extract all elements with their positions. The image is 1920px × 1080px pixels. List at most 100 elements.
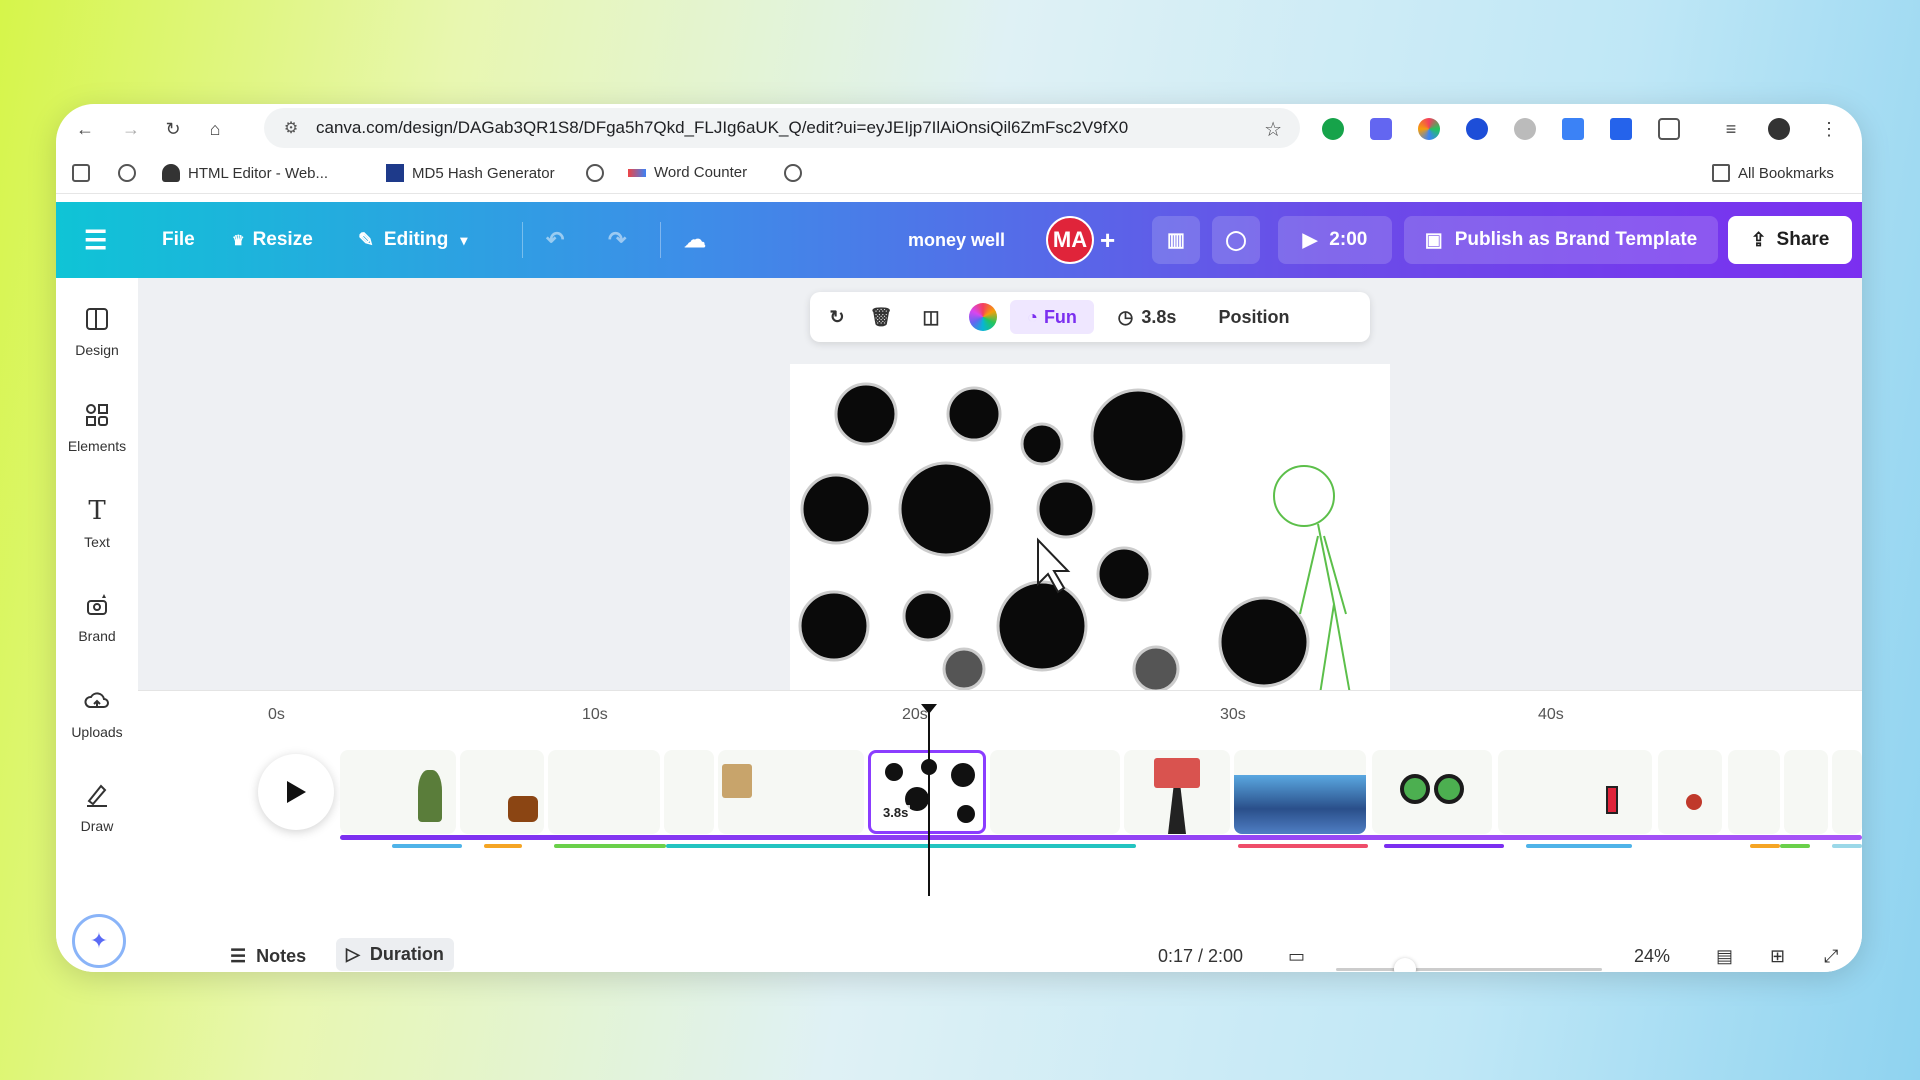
reload-icon[interactable]: ↻ — [160, 116, 186, 142]
back-icon[interactable]: ← — [72, 116, 98, 142]
play-icon — [287, 781, 306, 803]
file-menu[interactable]: File — [162, 202, 195, 278]
globe-icon[interactable] — [118, 164, 144, 182]
monitor-icon[interactable]: ▭ — [1288, 946, 1305, 967]
ruler-label: 0s — [268, 706, 285, 723]
more-menu-icon[interactable]: ⋮ — [1816, 116, 1842, 142]
timeline-clip[interactable] — [460, 750, 544, 834]
present-button[interactable]: ▶ 2:00 — [1278, 216, 1392, 264]
search-extension-icon[interactable] — [1466, 118, 1488, 140]
address-bar[interactable]: ⚙ canva.com/design/DAGab3QR1S8/DFga5h7Qk… — [264, 108, 1300, 148]
avatar[interactable]: MA — [1046, 216, 1094, 264]
publish-brand-template-button[interactable]: ▣ Publish as Brand Template — [1404, 216, 1718, 264]
pages-view-icon[interactable]: ▤ — [1716, 946, 1733, 967]
timeline-play-button[interactable] — [258, 754, 334, 830]
flip-icon[interactable]: ◫ — [914, 300, 948, 334]
timeline-clip[interactable] — [1234, 750, 1366, 834]
timeline-clip-selected[interactable]: 3.8s — [868, 750, 986, 834]
insights-icon[interactable]: ▥ — [1152, 216, 1200, 264]
grammarly-extension-icon[interactable] — [1322, 118, 1344, 140]
bookmark-label: MD5 Hash Generator — [412, 164, 555, 182]
audio-segment — [1238, 844, 1368, 848]
apps-grid-icon[interactable] — [72, 164, 98, 182]
playhead[interactable] — [928, 710, 930, 896]
duration-label: Duration — [369, 944, 444, 964]
design-title[interactable]: money well — [908, 202, 1005, 278]
bookmark-html-editor[interactable]: HTML Editor - Web... — [162, 164, 328, 182]
zoom-slider-handle[interactable] — [1394, 958, 1416, 972]
bullet-holes-illustration — [798, 382, 1351, 695]
timeline-clip[interactable] — [718, 750, 864, 834]
url-text[interactable]: canva.com/design/DAGab3QR1S8/DFga5h7Qkd_… — [316, 118, 1128, 138]
share-label: Share — [1776, 229, 1830, 250]
editing-dropdown[interactable]: ✎ Editing ▾ — [358, 202, 467, 278]
sidebar-item-elements[interactable]: Elements — [56, 400, 138, 480]
timeline-clip[interactable] — [548, 750, 660, 834]
notes-button[interactable]: ☰ Notes — [230, 946, 306, 967]
color-extension-icon[interactable] — [1418, 118, 1440, 140]
all-bookmarks[interactable]: All Bookmarks — [1712, 164, 1834, 182]
audio-track-bar[interactable] — [340, 835, 1862, 840]
cloud-save-icon[interactable]: ☁ — [684, 202, 706, 278]
profile-avatar[interactable] — [1768, 118, 1790, 140]
history-icon[interactable] — [784, 164, 810, 182]
timeline-clip[interactable] — [1832, 750, 1862, 834]
zoom-level[interactable]: 24% — [1634, 946, 1670, 967]
timeline-clip[interactable] — [1784, 750, 1828, 834]
d-extension-icon[interactable] — [1370, 118, 1392, 140]
replace-icon[interactable]: ↻ — [820, 300, 854, 334]
duration-button[interactable]: ▷ Duration — [336, 938, 454, 971]
present-time: 2:00 — [1329, 229, 1368, 250]
zoom-slider-track[interactable] — [1336, 968, 1602, 971]
share-button[interactable]: ⇪ Share — [1728, 216, 1852, 264]
magic-sparkle-icon[interactable]: ✦ — [72, 914, 126, 968]
timeline-clip[interactable] — [1728, 750, 1780, 834]
bookmark-star-icon[interactable]: ☆ — [1264, 117, 1282, 142]
bookmark-md5[interactable]: MD5 Hash Generator — [386, 164, 555, 182]
browser-window: ← → ↻ ⌂ ⚙ canva.com/design/DAGab3QR1S8/D… — [56, 104, 1862, 972]
sidebar-item-draw[interactable]: Draw — [56, 780, 138, 860]
timeline-clip[interactable] — [664, 750, 714, 834]
extensions-icon[interactable] — [1658, 118, 1680, 140]
timeline-clip[interactable] — [990, 750, 1120, 834]
sidebar-item-text[interactable]: T Text — [56, 496, 138, 576]
k-extension-icon[interactable] — [1514, 118, 1536, 140]
timeline-clip[interactable] — [1124, 750, 1230, 834]
position-button[interactable]: Position — [1204, 300, 1304, 334]
resize-button[interactable]: ♛ Resize — [232, 202, 313, 278]
reading-list-icon[interactable]: ≡ — [1718, 116, 1744, 142]
puzzle-extension-icon[interactable] — [1610, 118, 1632, 140]
timeline-clip[interactable] — [1372, 750, 1492, 834]
sidebar-item-uploads[interactable]: Uploads — [56, 686, 138, 766]
map-extension-icon[interactable] — [1562, 118, 1584, 140]
site-settings-icon[interactable]: ⚙ — [280, 117, 302, 139]
fullscreen-icon[interactable]: ⤢ — [1824, 946, 1838, 967]
comment-icon[interactable]: ◯ — [1212, 216, 1260, 264]
redo-icon[interactable]: ↷ — [608, 202, 626, 278]
animation-button[interactable]: ◔ Fun — [1010, 300, 1094, 334]
audio-segment — [1526, 844, 1632, 848]
design-canvas[interactable] — [790, 364, 1390, 700]
grid-view-icon[interactable]: ⊞ — [1770, 946, 1785, 967]
bookmarks-bar: HTML Editor - Web... MD5 Hash Generator … — [56, 154, 1862, 194]
menu-icon[interactable]: ☰ — [84, 202, 107, 278]
forward-icon[interactable]: → — [118, 116, 144, 142]
timeline-clip[interactable] — [1498, 750, 1652, 834]
all-bookmarks-label: All Bookmarks — [1738, 164, 1834, 182]
globe-icon[interactable] — [586, 164, 612, 182]
undo-icon[interactable]: ↶ — [546, 202, 564, 278]
timeline-clip[interactable] — [1658, 750, 1722, 834]
sidebar-item-brand[interactable]: Brand — [56, 590, 138, 670]
sidebar-item-label: Text — [84, 534, 110, 550]
delete-icon[interactable]: 🗑 — [864, 300, 898, 334]
audio-segment — [666, 844, 1136, 848]
bookmark-word-counter[interactable]: Word Counter — [628, 164, 747, 181]
home-icon[interactable]: ⌂ — [202, 116, 228, 142]
add-collaborator-icon[interactable]: + — [1100, 202, 1115, 278]
sidebar-item-design[interactable]: Design — [56, 304, 138, 384]
notes-label: Notes — [256, 946, 307, 966]
draw-icon — [82, 780, 112, 810]
color-picker[interactable] — [966, 300, 1000, 334]
timeline-clip[interactable] — [340, 750, 456, 834]
duration-button[interactable]: ◷ 3.8s — [1104, 300, 1190, 334]
